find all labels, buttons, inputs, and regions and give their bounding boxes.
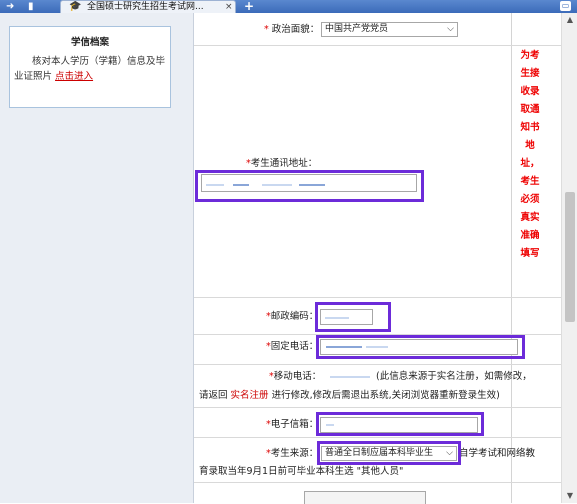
browser-tab-bar: ➜ ▮ 🎓 全国硕士研究生招生考试网... × + ▭	[0, 0, 577, 13]
scroll-up-icon[interactable]: ▲	[562, 13, 577, 27]
chevron-down-icon: ⌵	[447, 24, 454, 34]
xuexin-archive-panel: 学信档案 核对本人学历（学籍）信息及毕业证照片 点击进入	[9, 26, 171, 108]
row-divider	[194, 45, 561, 46]
row-divider	[194, 437, 561, 438]
close-icon[interactable]: ×	[225, 1, 233, 13]
political-label: * 政治面貌：	[264, 24, 320, 35]
document-icon[interactable]: ▮	[28, 1, 34, 12]
phone-label: *固定电话：	[266, 341, 319, 352]
enter-link[interactable]: 点击进入	[55, 71, 93, 82]
mobile-label: *移动电话：	[269, 371, 322, 382]
tab-title: 全国硕士研究生招生考试网...	[87, 2, 204, 12]
row-divider	[194, 482, 561, 483]
source-highlight	[317, 441, 461, 465]
submit-button[interactable]	[304, 491, 426, 504]
scroll-down-icon[interactable]: ▼	[562, 489, 577, 503]
postcode-label: *邮政编码：	[266, 311, 319, 322]
source-note-line2: 育录取当年9月1日前可毕业本科生选 "其他人员"	[199, 466, 404, 477]
panel-title: 学信档案	[70, 37, 109, 48]
email-label: *电子信箱：	[266, 419, 319, 430]
side-note: 为考 生接 收录 取通 知书地址， 考生 必须 真实 准确 填写	[520, 50, 540, 259]
postcode-highlight	[315, 302, 391, 332]
row-divider	[194, 407, 561, 408]
masked-text	[330, 376, 370, 378]
minimize-icon[interactable]: ▭	[560, 1, 571, 11]
address-highlight	[195, 170, 424, 202]
political-select[interactable]: 中国共产党党员 ⌵	[321, 22, 458, 37]
email-highlight	[316, 412, 484, 436]
mobile-note-line2: 请返回 实名注册 进行修改,修改后需退出系统,关闭浏览器重新登录生效)	[199, 390, 500, 401]
add-tab-icon[interactable]: +	[244, 0, 254, 12]
panel-text: 核对本人学历（学籍）信息及毕业证照片 点击进入	[14, 54, 168, 84]
address-label: *考生通讯地址：	[246, 158, 318, 169]
column-divider	[511, 13, 512, 503]
real-name-link[interactable]: 实名注册	[231, 390, 269, 401]
row-divider	[194, 364, 561, 365]
browser-tab[interactable]: 🎓 全国硕士研究生招生考试网... ×	[60, 0, 236, 13]
phone-highlight	[316, 335, 525, 359]
scrollbar[interactable]: ▲ ▼	[561, 13, 577, 503]
row-divider	[194, 297, 561, 298]
arrow-right-icon[interactable]: ➜	[6, 1, 14, 12]
source-label: *考生来源：	[266, 448, 319, 459]
source-note: 自学考试和网络教	[459, 448, 536, 459]
sidebar: 学信档案 核对本人学历（学籍）信息及毕业证照片 点击进入	[0, 13, 194, 503]
graduation-cap-icon: 🎓	[69, 1, 82, 12]
mobile-note: (此信息来源于实名注册，如需修改，	[376, 371, 532, 382]
scrollbar-thumb[interactable]	[565, 192, 575, 322]
